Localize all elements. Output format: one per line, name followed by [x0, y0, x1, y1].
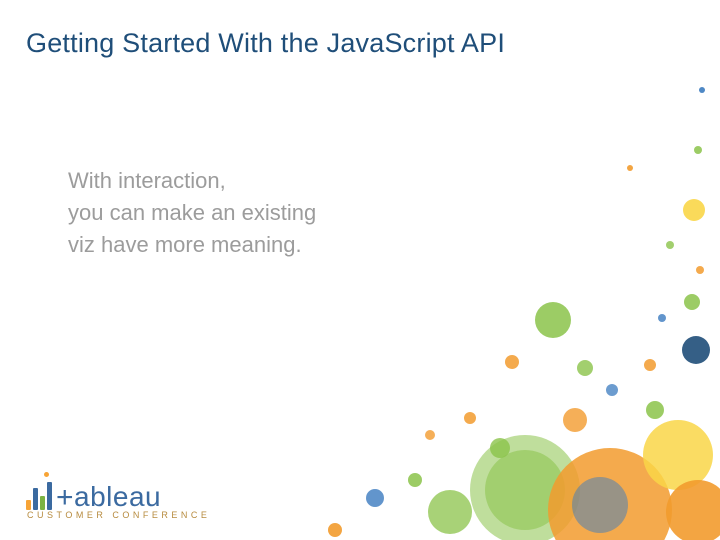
bubble-icon: [563, 408, 587, 432]
body-line-2: you can make an existing: [68, 197, 316, 229]
logo-bars-icon: [26, 482, 52, 510]
bubble-icon: [683, 199, 705, 221]
bubble-icon: [535, 302, 571, 338]
bubble-icon: [328, 523, 342, 537]
bubble-icon: [428, 490, 472, 534]
bubble-icon: [485, 450, 565, 530]
bubble-icon: [696, 266, 704, 274]
bubble-icon: [408, 473, 422, 487]
bubble-icon: [682, 336, 710, 364]
bubble-icon: [627, 165, 633, 171]
slide-body: With interaction, you can make an existi…: [68, 165, 316, 261]
bubble-icon: [548, 448, 672, 540]
logo-wordmark: +ableau: [56, 480, 161, 514]
bubble-graphic: [300, 60, 720, 540]
bubble-icon: [644, 359, 656, 371]
bubble-icon: [577, 360, 593, 376]
bubble-icon: [658, 314, 666, 322]
bubble-icon: [572, 477, 628, 533]
tableau-logo: +ableau CUSTOMER CONFERENCE: [26, 476, 210, 520]
bubble-icon: [694, 146, 702, 154]
bubble-icon: [464, 412, 476, 424]
bubble-icon: [643, 420, 713, 490]
bubble-icon: [699, 87, 705, 93]
bubble-icon: [505, 355, 519, 369]
bubble-icon: [684, 294, 700, 310]
logo-dot-icon: [44, 472, 49, 477]
bubble-icon: [606, 384, 618, 396]
bubble-icon: [666, 480, 720, 540]
bubble-icon: [490, 438, 510, 458]
bubble-icon: [470, 435, 580, 540]
slide: Getting Started With the JavaScript API …: [0, 0, 720, 540]
bubble-icon: [646, 401, 664, 419]
slide-title: Getting Started With the JavaScript API: [26, 28, 505, 59]
body-line-1: With interaction,: [68, 165, 316, 197]
bubble-icon: [425, 430, 435, 440]
body-line-3: viz have more meaning.: [68, 229, 316, 261]
bubble-icon: [666, 241, 674, 249]
bubble-icon: [366, 489, 384, 507]
